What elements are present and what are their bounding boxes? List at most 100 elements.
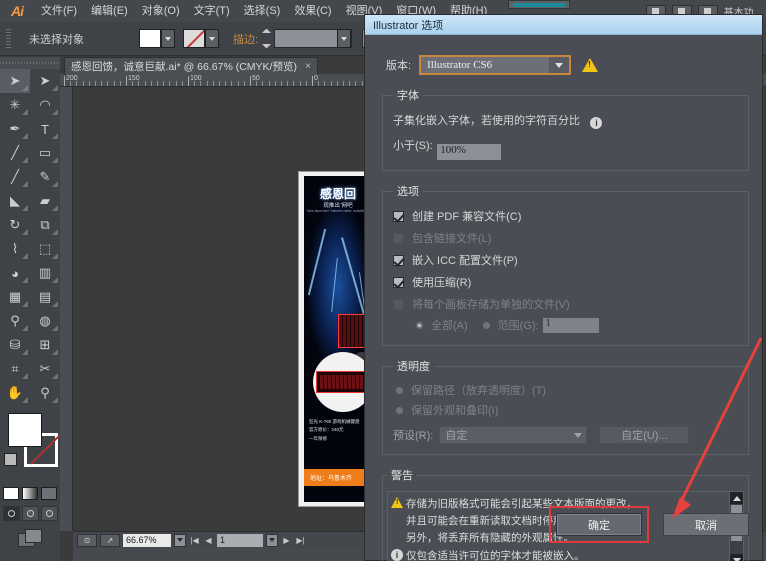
radio-icon — [395, 405, 404, 415]
symbol-sprayer-tool-icon[interactable]: ⛁ — [0, 333, 30, 357]
transparency-group: 透明度 保留路径（放弃透明度）(T) 保留外观和叠印(I) 预设(R): 自定 … — [382, 358, 749, 455]
rotate-tool-icon[interactable]: ↻ — [0, 213, 30, 237]
selection-tool-icon[interactable]: ➤ — [0, 69, 30, 93]
options-legend: 选项 — [397, 186, 419, 198]
blend-tool-icon[interactable]: ◍ — [30, 309, 60, 333]
menu-edit[interactable]: 编辑(E) — [84, 0, 135, 22]
vertical-ruler[interactable] — [60, 87, 73, 531]
free-transform-tool-icon[interactable]: ⬚ — [30, 237, 60, 261]
color-fill-icon[interactable] — [3, 487, 19, 500]
fonts-description: 子集化嵌入字体，若使用的字符百分比 — [393, 115, 580, 127]
next-artboard-icon[interactable]: ▶ — [281, 536, 292, 545]
pen-tool-icon[interactable]: ✒ — [0, 117, 30, 141]
ruler-tick-label: 0 — [314, 75, 318, 82]
default-fill-stroke-icon[interactable] — [4, 453, 17, 466]
ok-button[interactable]: 确定 — [556, 513, 642, 536]
pencil-tool-icon[interactable]: ✎ — [30, 165, 60, 189]
menu-type[interactable]: 文字(T) — [187, 0, 237, 22]
width-tool-icon[interactable]: ⌇ — [0, 237, 30, 261]
tools-panel-grip[interactable] — [0, 57, 60, 69]
info-circle-icon[interactable]: i — [590, 117, 603, 129]
subset-percent-input[interactable]: 100% — [437, 144, 502, 160]
first-artboard-icon[interactable]: |◀ — [189, 536, 200, 545]
option-label: 创建 PDF 兼容文件(C) — [412, 211, 522, 223]
artboard-number-value[interactable]: 1 — [217, 533, 263, 547]
zoom-dropdown-arrow[interactable] — [174, 533, 186, 547]
fill-dropdown-arrow[interactable] — [161, 29, 175, 48]
stroke-color-swatch[interactable] — [183, 29, 205, 48]
zoom-level-value[interactable]: 66.67% — [123, 533, 171, 547]
column-graph-tool-icon[interactable]: ⊞ — [30, 333, 60, 357]
warning-line-1: 仅包含适当许可位的字体才能被嵌入。 — [406, 550, 585, 561]
line-segment-tool-icon[interactable]: ╱ — [0, 141, 30, 165]
artwork-content: 感恩回 现推出“网吧 New launched "Internet cafes"… — [304, 176, 372, 502]
mesh-tool-icon[interactable]: ▦ — [0, 285, 30, 309]
gradient-tool-icon[interactable]: ▤ — [30, 285, 60, 309]
warning-triangle-icon — [391, 496, 406, 508]
hand-tool-icon[interactable]: ✋ — [0, 381, 30, 405]
checkbox-icon[interactable] — [393, 276, 404, 288]
preset-select: 自定 — [439, 426, 588, 444]
artboard-tool-icon[interactable]: ⌗ — [0, 357, 30, 381]
transparency-legend: 透明度 — [397, 361, 430, 373]
zoom-tool-icon[interactable]: ⚲ — [30, 381, 60, 405]
document-tab[interactable]: 感恩回馈，诚意巨献.ai* @ 66.67% (CMYK/预览) × — [64, 57, 318, 74]
fill-color-swatch[interactable] — [139, 29, 161, 48]
menu-effect[interactable]: 效果(C) — [287, 0, 338, 22]
paintbrush-tool-icon[interactable]: ╱ — [0, 165, 30, 189]
option-create-pdf-compatible[interactable]: 创建 PDF 兼容文件(C) — [393, 205, 738, 227]
type-tool-icon[interactable]: T — [30, 117, 60, 141]
version-select[interactable]: Illustrator CS6 — [419, 55, 572, 75]
stroke-dropdown-arrow[interactable] — [205, 29, 219, 48]
draw-normal-icon[interactable] — [2, 506, 20, 521]
rectangle-tool-icon[interactable]: ▭ — [30, 141, 60, 165]
ruler-tick-label: 200 — [66, 75, 78, 82]
menu-object[interactable]: 对象(O) — [135, 0, 187, 22]
last-artboard-icon[interactable]: ▶| — [295, 536, 306, 545]
cancel-button[interactable]: 取消 — [663, 513, 749, 536]
radio-label: 保留路径（放弃透明度）(T) — [411, 385, 547, 397]
checkbox-icon[interactable] — [393, 254, 404, 266]
none-fill-icon[interactable] — [41, 487, 57, 500]
scroll-down-icon[interactable] — [730, 554, 743, 561]
prev-artboard-icon[interactable]: ◀ — [203, 536, 214, 545]
fill-type-row — [0, 487, 60, 500]
radio-icon-range — [481, 320, 491, 330]
preflight-icon[interactable]: ⊙ — [77, 533, 97, 547]
screen-mode-row — [0, 529, 60, 547]
artwork-product-keyboard — [316, 371, 370, 393]
share-on-behance-icon[interactable]: ↗ — [100, 533, 120, 547]
magic-wand-tool-icon[interactable]: ✳ — [0, 93, 30, 117]
gradient-fill-icon[interactable] — [22, 487, 38, 500]
artboard-dropdown-arrow[interactable] — [266, 533, 278, 547]
option-embed-icc-profile[interactable]: 嵌入 ICC 配置文件(P) — [393, 249, 738, 271]
illustrator-options-dialog: Illustrator 选项 版本: Illustrator CS6 字体 子集… — [364, 14, 763, 561]
menu-file[interactable]: 文件(F) — [34, 0, 84, 22]
chevron-down-icon[interactable] — [549, 57, 570, 73]
option-use-compression[interactable]: 使用压缩(R) — [393, 271, 738, 293]
scale-tool-icon[interactable]: ⧉ — [30, 213, 60, 237]
eyedropper-tool-icon[interactable]: ⚲ — [0, 309, 30, 333]
option-label: 使用压缩(R) — [412, 277, 472, 289]
stroke-weight-arrow[interactable] — [337, 29, 352, 48]
change-screen-mode-icon[interactable] — [18, 529, 42, 547]
draw-behind-icon[interactable] — [21, 506, 39, 521]
scroll-up-icon[interactable] — [730, 492, 743, 504]
fill-swatch-large[interactable] — [8, 413, 42, 447]
lasso-tool-icon[interactable]: ◠ — [30, 93, 60, 117]
perspective-grid-tool-icon[interactable]: ▥ — [30, 261, 60, 285]
stroke-weight-combo[interactable] — [274, 29, 353, 48]
checkbox-icon[interactable] — [393, 210, 404, 222]
stroke-weight-stepper[interactable] — [262, 29, 272, 48]
direct-selection-tool-icon[interactable]: ➤ — [30, 69, 60, 93]
slice-tool-icon[interactable]: ✂ — [30, 357, 60, 381]
menu-select[interactable]: 选择(S) — [237, 0, 288, 22]
control-bar-grip[interactable] — [6, 28, 11, 49]
option-label: 包含链接文件(L) — [412, 233, 492, 245]
shape-builder-tool-icon[interactable]: ◕ — [0, 261, 30, 285]
close-icon[interactable]: × — [305, 61, 311, 72]
blob-brush-tool-icon[interactable]: ◣ — [0, 189, 30, 213]
radio-label: 保留外观和叠印(I) — [411, 405, 499, 417]
draw-inside-icon[interactable] — [40, 506, 58, 521]
eraser-tool-icon[interactable]: ▰ — [30, 189, 60, 213]
